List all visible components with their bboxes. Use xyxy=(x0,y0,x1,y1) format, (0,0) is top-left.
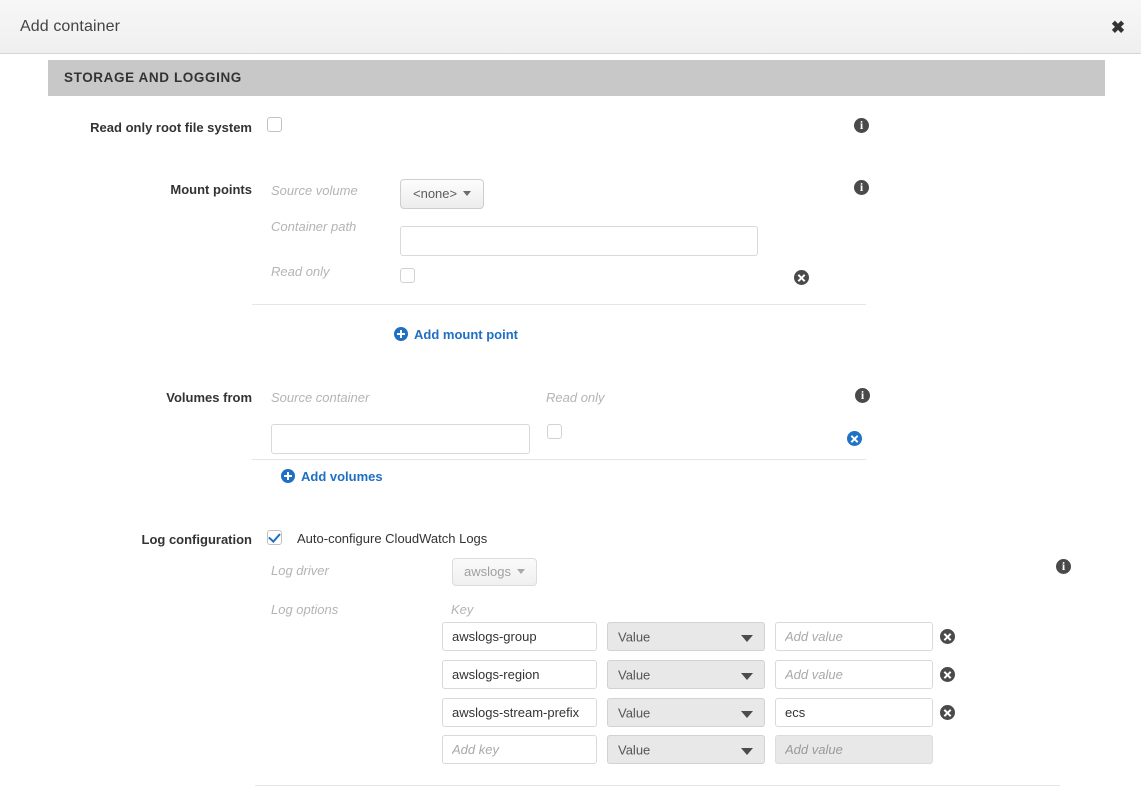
close-icon[interactable]: ✖ xyxy=(1105,15,1131,41)
log-configuration-label: Log configuration xyxy=(141,532,252,547)
log-option-value-input[interactable] xyxy=(775,698,933,727)
volumes-from-read-only-label: Read only xyxy=(546,390,605,405)
log-option-remove-icon[interactable] xyxy=(940,705,955,720)
chevron-down-icon xyxy=(741,710,753,718)
chevron-down-icon xyxy=(741,634,753,642)
log-option-type-value: Value xyxy=(618,705,651,720)
log-option-type-select[interactable]: Value xyxy=(607,735,765,764)
volumes-from-label: Volumes from xyxy=(166,390,252,405)
add-volumes-button[interactable]: Add volumes xyxy=(281,469,383,484)
dialog-body: STORAGE AND LOGGING Read only root file … xyxy=(0,55,1130,809)
read-only-root-info-icon[interactable] xyxy=(854,117,869,133)
chevron-down-icon xyxy=(741,672,753,680)
add-mount-point-label: Add mount point xyxy=(414,327,518,342)
log-option-type-value: Value xyxy=(618,667,651,682)
log-option-value-input[interactable] xyxy=(775,622,933,651)
log-options-key-column-label: Key xyxy=(451,602,474,617)
mount-point-remove-icon[interactable] xyxy=(794,270,809,285)
mount-point-read-only-checkbox[interactable] xyxy=(400,268,415,283)
log-option-type-value: Value xyxy=(618,742,651,757)
volumes-from-read-only-checkbox[interactable] xyxy=(547,424,562,439)
read-only-root-file-system-label: Read only root file system xyxy=(90,120,252,135)
log-option-type-select[interactable]: Value xyxy=(607,698,765,727)
mount-points-divider xyxy=(252,304,866,305)
log-option-key-input[interactable] xyxy=(442,660,597,689)
source-volume-value: <none> xyxy=(413,186,458,201)
log-option-type-select[interactable]: Value xyxy=(607,660,765,689)
chevron-down-icon xyxy=(516,569,525,575)
source-container-label: Source container xyxy=(271,390,370,405)
read-only-root-file-system-checkbox[interactable] xyxy=(267,117,282,132)
volumes-from-divider xyxy=(252,459,866,460)
volumes-from-remove-icon[interactable] xyxy=(847,431,862,446)
log-option-key-input[interactable] xyxy=(442,698,597,727)
log-options-label: Log options xyxy=(271,602,339,617)
mount-points-label: Mount points xyxy=(170,182,252,197)
log-option-key-input[interactable] xyxy=(442,622,597,651)
log-configuration-divider xyxy=(255,785,1060,786)
chevron-down-icon xyxy=(463,191,472,197)
auto-configure-cloudwatch-logs-checkbox[interactable] xyxy=(267,530,282,545)
dialog-title: Add container xyxy=(20,18,121,35)
source-container-input[interactable] xyxy=(271,424,530,454)
plus-icon xyxy=(394,327,408,341)
log-option-type-value: Value xyxy=(618,629,651,644)
log-option-key-input[interactable] xyxy=(442,735,597,764)
log-driver-label: Log driver xyxy=(271,563,329,578)
source-volume-label: Source volume xyxy=(271,183,358,198)
log-option-remove-icon[interactable] xyxy=(940,629,955,644)
log-configuration-info-icon[interactable] xyxy=(1056,558,1071,574)
log-option-type-select[interactable]: Value xyxy=(607,622,765,651)
plus-icon xyxy=(281,469,295,483)
auto-configure-cloudwatch-logs-label: Auto-configure CloudWatch Logs xyxy=(297,531,488,546)
section-header-storage-and-logging: STORAGE AND LOGGING xyxy=(48,60,1105,96)
log-option-value-input[interactable] xyxy=(775,660,933,689)
dialog-titlebar: Add container ✖ xyxy=(0,0,1141,54)
add-mount-point-button[interactable]: Add mount point xyxy=(394,327,518,342)
mount-points-info-icon[interactable] xyxy=(854,179,869,195)
container-path-input[interactable] xyxy=(400,226,758,256)
log-driver-value: awslogs xyxy=(464,564,511,579)
log-option-remove-icon[interactable] xyxy=(940,667,955,682)
container-path-label: Container path xyxy=(271,219,357,234)
volumes-from-info-icon[interactable] xyxy=(855,387,870,403)
chevron-down-icon xyxy=(741,747,753,755)
add-volumes-label: Add volumes xyxy=(301,469,383,484)
source-volume-dropdown[interactable]: <none> xyxy=(400,179,485,209)
section-title: STORAGE AND LOGGING xyxy=(64,70,242,85)
log-option-value-input xyxy=(775,735,933,764)
mount-point-read-only-label: Read only xyxy=(271,264,330,279)
log-driver-dropdown[interactable]: awslogs xyxy=(452,558,537,586)
